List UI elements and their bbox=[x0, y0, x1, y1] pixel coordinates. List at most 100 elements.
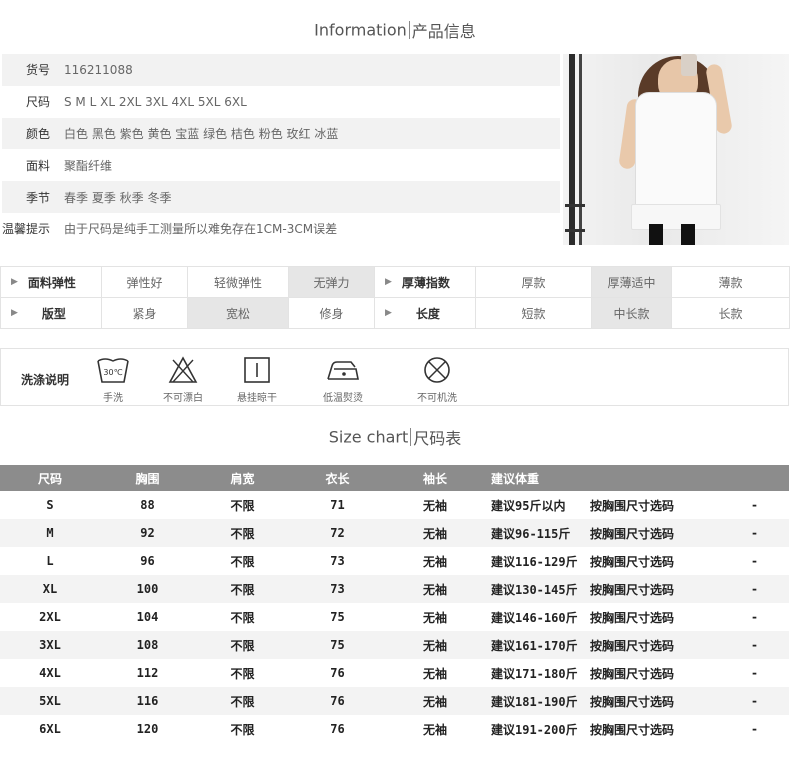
attr-option-selected: 宽松 bbox=[188, 298, 289, 329]
info-value: 116211088 bbox=[64, 62, 133, 77]
product-photo bbox=[563, 54, 789, 245]
size-cell: - bbox=[750, 694, 759, 708]
size-cell: 2XL bbox=[39, 610, 61, 624]
size-header-cell: 衣长 bbox=[325, 471, 350, 486]
attr-label-thickness: ▶ 厚薄指数 bbox=[375, 267, 476, 298]
size-cell: 72 bbox=[330, 526, 345, 540]
size-cell: 73 bbox=[330, 582, 345, 596]
size-cell: 按胸围尺寸选码 bbox=[590, 526, 675, 541]
size-header-cell: 尺码 bbox=[37, 471, 62, 486]
info-key: 面料 bbox=[25, 158, 50, 173]
size-cell: 4XL bbox=[39, 666, 61, 680]
attr-label-text: 面料弹性 bbox=[27, 275, 76, 290]
info-value: 聚酯纤维 bbox=[64, 158, 113, 173]
size-cell: 建议171-180斤 bbox=[491, 666, 578, 681]
wash-label: 不可漂白 bbox=[163, 393, 203, 404]
wash-label: 悬挂晾干 bbox=[237, 393, 277, 404]
triangle-icon: ▶ bbox=[11, 308, 18, 318]
triangle-icon: ▶ bbox=[11, 277, 18, 287]
rack-shelf bbox=[565, 229, 585, 232]
size-header-cell: 肩宽 bbox=[230, 471, 255, 486]
size-cell: 无袖 bbox=[422, 526, 447, 541]
wash-temp-label: 30℃ bbox=[103, 368, 122, 377]
size-cell: 建议96-115斤 bbox=[491, 526, 571, 541]
wash-label: 低温熨烫 bbox=[323, 393, 363, 404]
wash-label: 不可机洗 bbox=[417, 393, 457, 404]
table-row: 2XL 104 不限 75 无袖 建议146-160斤 按胸围尺寸选码 - bbox=[0, 603, 789, 631]
wash-item: 不可漂白 bbox=[143, 353, 223, 404]
table-row: M 92 不限 72 无袖 建议96-115斤 按胸围尺寸选码 - bbox=[0, 519, 789, 547]
phone bbox=[681, 54, 697, 76]
info-value: 白色 黑色 紫色 黄色 宝蓝 绿色 桔色 粉色 玫红 冰蓝 bbox=[64, 126, 339, 141]
size-cell: 108 bbox=[136, 638, 159, 652]
size-cell: 无袖 bbox=[422, 638, 447, 653]
wash-title: 洗涤说明 bbox=[21, 373, 70, 387]
attr-option: 轻微弹性 bbox=[188, 267, 289, 298]
size-cell: 建议146-160斤 bbox=[491, 610, 578, 625]
size-cell: 按胸围尺寸选码 bbox=[590, 610, 675, 625]
info-heading: Information 产品信息 bbox=[0, 18, 790, 42]
size-cell: 不限 bbox=[230, 498, 255, 513]
info-value: 由于尺码是纯手工测量所以难免存在1CM-3CM误差 bbox=[64, 222, 338, 237]
wash-item: 悬挂晾干 bbox=[217, 353, 297, 404]
attr-option: 紧身 bbox=[102, 298, 188, 329]
size-cell: 76 bbox=[330, 666, 345, 680]
size-cell: 76 bbox=[330, 722, 345, 736]
size-cell: - bbox=[750, 666, 759, 680]
info-row: 尺码 S M L XL 2XL 3XL 4XL 5XL 6XL bbox=[2, 86, 560, 118]
attr-option: 弹性好 bbox=[102, 267, 188, 298]
size-cell: 按胸围尺寸选码 bbox=[590, 666, 675, 681]
attr-label-fit: ▶ 版型 bbox=[1, 298, 102, 329]
size-heading: Size chart 尺码表 bbox=[0, 425, 790, 449]
size-cell: 75 bbox=[330, 638, 345, 652]
attr-option: 短款 bbox=[476, 298, 592, 329]
size-cell: S bbox=[46, 498, 54, 512]
info-key: 货号 bbox=[25, 63, 50, 78]
size-cell: 5XL bbox=[39, 694, 61, 708]
size-table: 尺码 胸围 肩宽 衣长 袖长 建议体重 S 88 不限 71 无袖 建议95斤以内 按胸围尺寸选码 - M… bbox=[0, 465, 789, 743]
attr-label-elasticity: ▶ 面料弹性 bbox=[1, 267, 102, 298]
size-cell: 建议116-129斤 bbox=[491, 554, 578, 569]
size-cell: 71 bbox=[330, 498, 345, 512]
heading-divider bbox=[410, 428, 412, 446]
size-cell: - bbox=[750, 610, 759, 624]
no-machine-wash-icon bbox=[424, 357, 450, 383]
size-cell: - bbox=[750, 638, 759, 652]
size-cell: 76 bbox=[330, 694, 345, 708]
attr-label-text: 厚薄指数 bbox=[401, 275, 450, 290]
attr-label-text: 版型 bbox=[41, 306, 66, 321]
info-value: S M L XL 2XL 3XL 4XL 5XL 6XL bbox=[64, 94, 247, 109]
attr-option-selected: 中长款 bbox=[592, 298, 672, 329]
wash-label: 手洗 bbox=[103, 393, 123, 404]
attr-label-text: 长度 bbox=[415, 306, 440, 321]
no-bleach-icon bbox=[168, 356, 198, 383]
table-row: 6XL 120 不限 76 无袖 建议191-200斤 按胸围尺寸选码 - bbox=[0, 715, 789, 743]
size-cell: 按胸围尺寸选码 bbox=[590, 694, 675, 709]
attr-option: 厚款 bbox=[476, 267, 592, 298]
info-heading-en: Information bbox=[314, 20, 407, 40]
size-header-cell: 袖长 bbox=[422, 471, 447, 486]
attr-option-selected: 厚薄适中 bbox=[592, 267, 672, 298]
model-leg bbox=[649, 224, 663, 245]
attribute-grid: ▶ 面料弹性 弹性好 轻微弹性 无弹力 ▶ 厚薄指数 厚款 厚薄适中 薄款 ▶ 版型 … bbox=[0, 266, 790, 329]
model-leg bbox=[681, 224, 695, 245]
size-cell: 96 bbox=[140, 554, 155, 568]
size-cell: - bbox=[750, 498, 759, 512]
size-cell: - bbox=[750, 722, 759, 736]
table-row: 4XL 112 不限 76 无袖 建议171-180斤 按胸围尺寸选码 - bbox=[0, 659, 789, 687]
size-cell: 104 bbox=[136, 610, 159, 624]
size-cell: 88 bbox=[140, 498, 155, 512]
size-cell: L bbox=[46, 554, 54, 568]
product-info-table: 货号 116211088 尺码 S M L XL 2XL 3XL 4XL 5XL 6… bbox=[2, 54, 560, 245]
rack-pole bbox=[569, 54, 575, 245]
size-cell: 无袖 bbox=[422, 498, 447, 513]
info-row: 温馨提示 由于尺码是纯手工测量所以难免存在1CM-3CM误差 bbox=[2, 213, 560, 245]
info-row: 货号 116211088 bbox=[2, 54, 560, 86]
size-cell: 无袖 bbox=[422, 554, 447, 569]
triangle-icon: ▶ bbox=[385, 308, 392, 318]
info-value: 春季 夏季 秋季 冬季 bbox=[64, 190, 172, 205]
size-cell: 建议95斤以内 bbox=[491, 498, 566, 513]
dress-hem bbox=[631, 204, 721, 230]
size-cell: 不限 bbox=[230, 554, 255, 569]
size-cell: - bbox=[750, 554, 759, 568]
